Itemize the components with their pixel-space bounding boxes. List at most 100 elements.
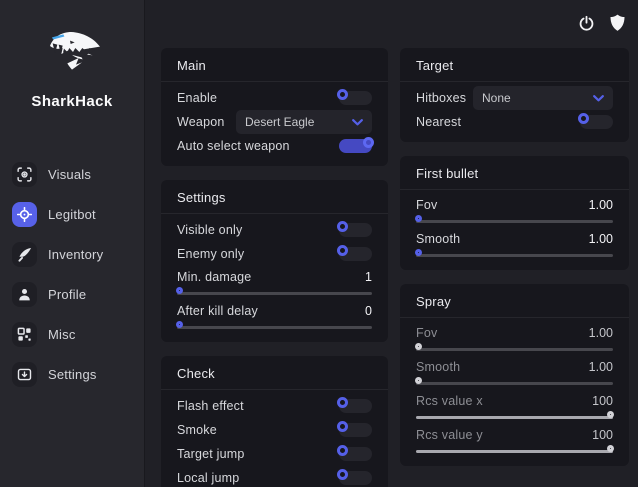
setting-row: Min. damage 1 [177, 266, 372, 300]
flash-effect-toggle[interactable] [339, 399, 372, 413]
first-bullet-smooth-slider[interactable] [416, 249, 613, 262]
panel-target: Target Hitboxes None Nearest [400, 48, 629, 142]
sidebar-item-settings[interactable]: Settings [0, 354, 144, 394]
first-bullet-fov-slider[interactable] [416, 215, 613, 228]
crosshair-icon [12, 202, 37, 227]
left-column: Main Enable Weapon Desert Eagle [161, 48, 388, 487]
setting-row: Weapon Desert Eagle [177, 110, 372, 134]
sidebar-nav: Visuals Legitbot Inventory [0, 154, 144, 394]
app-title: SharkHack [0, 93, 144, 110]
sidebar-item-label: Inventory [48, 247, 103, 262]
slider-track [416, 382, 613, 385]
slider-knob[interactable] [607, 445, 614, 452]
enemy-only-toggle[interactable] [339, 247, 372, 261]
rcs-value-x-slider[interactable] [416, 411, 613, 424]
hitboxes-select[interactable]: None [473, 86, 613, 110]
panel-columns: Main Enable Weapon Desert Eagle [146, 0, 638, 487]
panel-main: Main Enable Weapon Desert Eagle [161, 48, 388, 166]
content-area: Main Enable Weapon Desert Eagle [146, 0, 638, 487]
setting-value: 1.00 [589, 232, 613, 246]
sidebar-item-visuals[interactable]: Visuals [0, 154, 144, 194]
slider-knob[interactable] [415, 249, 422, 256]
knife-icon [12, 242, 37, 267]
panel-rows: Fov 1.00 Smooth 1.00 [400, 190, 629, 270]
setting-label: Min. damage [177, 270, 251, 284]
slider-knob[interactable] [415, 343, 422, 350]
sidebar-item-label: Legitbot [48, 207, 96, 222]
toggle-knob [363, 137, 374, 148]
setting-label: Rcs value y [416, 428, 483, 442]
target-jump-toggle[interactable] [339, 447, 372, 461]
sidebar-item-profile[interactable]: Profile [0, 274, 144, 314]
slider-track [416, 254, 613, 257]
weapon-select[interactable]: Desert Eagle [236, 110, 372, 134]
panel-rows: Fov 1.00 Smooth 1.00 [400, 318, 629, 466]
slider-knob[interactable] [415, 215, 422, 222]
rcs-value-y-slider[interactable] [416, 445, 613, 458]
visible-only-toggle[interactable] [339, 223, 372, 237]
local-jump-toggle[interactable] [339, 471, 372, 485]
slider-track [416, 348, 613, 351]
power-icon[interactable] [575, 12, 597, 34]
panel-title: Target [400, 48, 629, 82]
slider-knob[interactable] [415, 377, 422, 384]
panel-rows: Hitboxes None Nearest [400, 82, 629, 142]
sidebar-item-label: Misc [48, 327, 76, 342]
setting-row: After kill delay 0 [177, 300, 372, 334]
setting-label: Flash effect [177, 399, 244, 413]
setting-label: Nearest [416, 115, 461, 129]
panel-check: Check Flash effect Smoke [161, 356, 388, 487]
setting-row: Enemy only [177, 242, 372, 266]
panel-rows: Flash effect Smoke Target jump [161, 390, 388, 487]
panel-title: Check [161, 356, 388, 390]
setting-label: Auto select weapon [177, 139, 290, 153]
enable-toggle[interactable] [339, 91, 372, 105]
chevron-down-icon [593, 89, 604, 107]
auto-select-weapon-toggle[interactable] [339, 139, 372, 153]
slider-track [416, 220, 613, 223]
setting-row: Local jump [177, 466, 372, 487]
toggle-knob [337, 221, 348, 232]
spray-fov-slider[interactable] [416, 343, 613, 356]
setting-label: Local jump [177, 471, 239, 485]
setting-row: Smooth 1.00 [416, 228, 613, 262]
slider-knob[interactable] [176, 287, 183, 294]
min-damage-slider[interactable] [177, 287, 372, 300]
setting-value: 1.00 [589, 360, 613, 374]
smoke-toggle[interactable] [339, 423, 372, 437]
after-kill-delay-slider[interactable] [177, 321, 372, 334]
setting-value: 1.00 [589, 326, 613, 340]
setting-label: Smooth [416, 232, 460, 246]
setting-row: Auto select weapon [177, 134, 372, 158]
toggle-knob [337, 397, 348, 408]
nearest-toggle[interactable] [580, 115, 613, 129]
shield-icon[interactable] [606, 12, 628, 34]
sidebar-item-misc[interactable]: Misc [0, 314, 144, 354]
toggle-knob [337, 421, 348, 432]
setting-row: Hitboxes None [416, 86, 613, 110]
sidebar-item-label: Settings [48, 367, 97, 382]
panel-title: Settings [161, 180, 388, 214]
eye-scan-icon [12, 162, 37, 187]
setting-row: Rcs value y 100 [416, 424, 613, 458]
setting-label: Smooth [416, 360, 460, 374]
setting-row: Visible only [177, 218, 372, 242]
setting-label: Weapon [177, 115, 225, 129]
pixel-grid-icon [12, 322, 37, 347]
sidebar: SharkHack Visuals [0, 0, 145, 487]
topbar [575, 12, 628, 34]
setting-row: Smoke [177, 418, 372, 442]
setting-row: Enable [177, 86, 372, 110]
sidebar-item-legitbot[interactable]: Legitbot [0, 194, 144, 234]
sidebar-item-inventory[interactable]: Inventory [0, 234, 144, 274]
spray-smooth-slider[interactable] [416, 377, 613, 390]
setting-label: After kill delay [177, 304, 258, 318]
setting-row: Flash effect [177, 394, 372, 418]
person-icon [12, 282, 37, 307]
setting-value: 100 [592, 394, 613, 408]
setting-value: 1.00 [589, 198, 613, 212]
slider-knob[interactable] [176, 321, 183, 328]
slider-knob[interactable] [607, 411, 614, 418]
setting-value: 100 [592, 428, 613, 442]
setting-label: Fov [416, 198, 437, 212]
